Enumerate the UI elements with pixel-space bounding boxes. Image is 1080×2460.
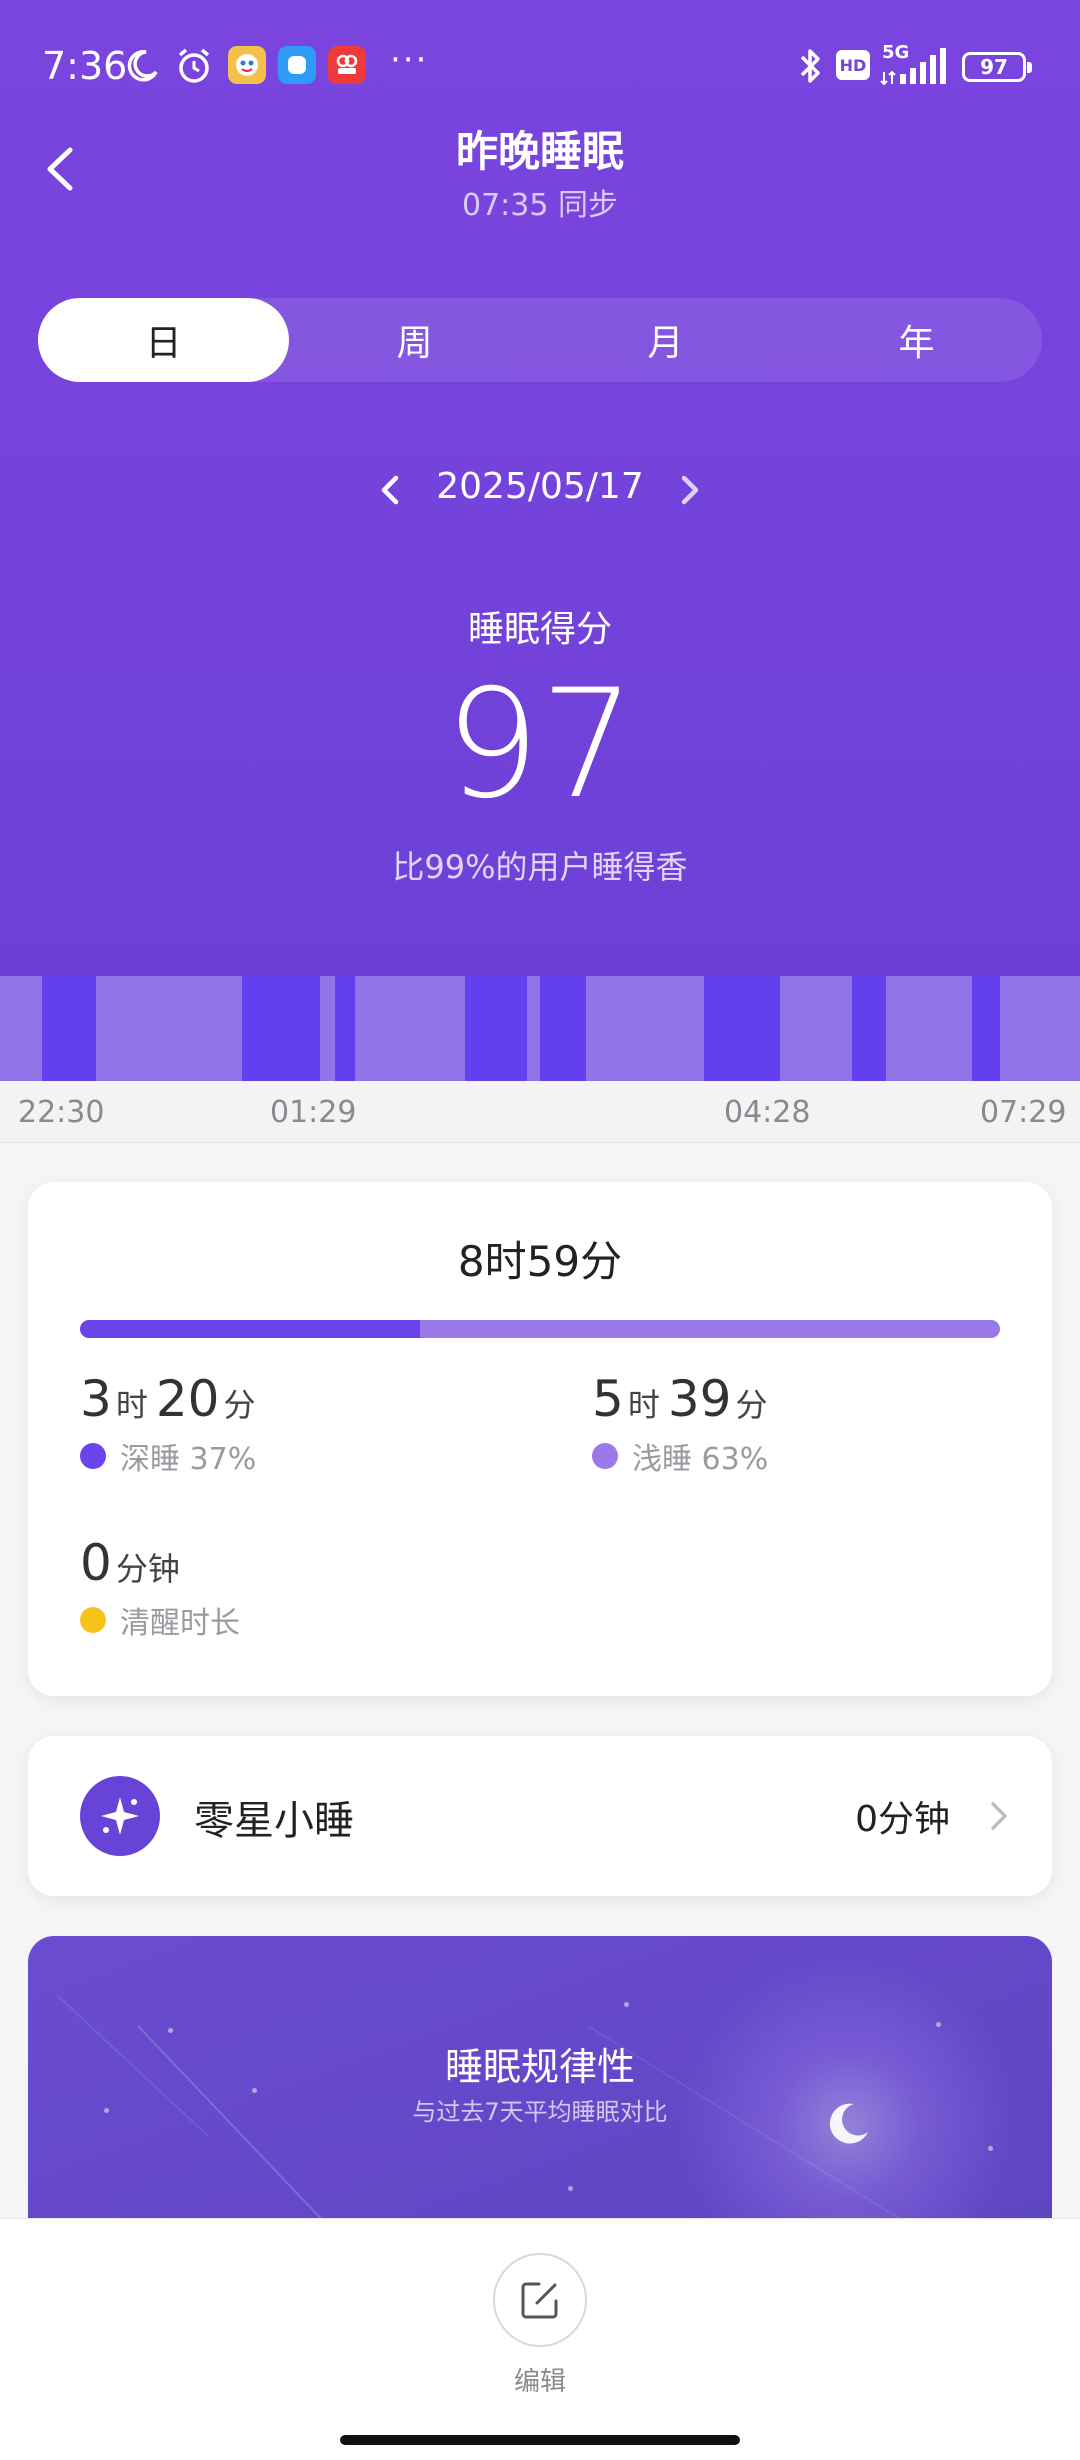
signal-icon: 5G [880, 42, 950, 88]
light-sleep-dot [592, 1443, 618, 1469]
bluetooth-icon [796, 46, 824, 86]
awake-stat: 0 分钟 清醒时长 [80, 1534, 240, 1642]
awake-label: 清醒时长 [120, 1606, 240, 1641]
sparkle-icon [80, 1776, 160, 1856]
period-tabs: 日 周 月 年 [38, 298, 1042, 382]
deep-sleep-segment [335, 976, 355, 1081]
app-badge-2-icon [278, 46, 316, 84]
total-sleep-duration: 8时59分 [457, 1237, 623, 1286]
awake-unit: 分钟 [115, 1550, 180, 1588]
time-tick: 22:30 [18, 1095, 105, 1130]
sleep-summary-card[interactable]: 8时59分 3 时 20 分 深睡 37% 5 时 39 分 浅睡 63% 0 分钟 清醒时长 [28, 1182, 1052, 1696]
tab-month[interactable]: 月 [540, 298, 791, 382]
edit-button[interactable] [493, 2253, 587, 2347]
star-dot [936, 2022, 941, 2027]
tab-year[interactable]: 年 [791, 298, 1042, 382]
more-notifications-icon: ··· [390, 40, 429, 80]
light-hours: 5 [592, 1370, 624, 1428]
hero-section: 7:36 ··· HD 5G 97 昨晚睡眠 07:35 同步 日 周 月 年 … [0, 0, 1080, 976]
regularity-subtitle: 与过去7天平均睡眠对比 [412, 2098, 668, 2126]
light-minutes: 39 [667, 1370, 732, 1428]
awake-dot [80, 1607, 106, 1633]
time-axis: 22:30 01:29 04:28 07:29 [0, 1081, 1080, 1143]
status-bar: 7:36 ··· HD 5G 97 [0, 38, 1080, 98]
edit-label: 编辑 [513, 2367, 566, 2397]
home-indicator[interactable] [340, 2435, 740, 2445]
deep-sleep-dot [80, 1443, 106, 1469]
deep-sleep-segment [540, 976, 586, 1081]
deep-minute-unit: 分 [223, 1386, 256, 1424]
deep-sleep-segment [972, 976, 1000, 1081]
moon-icon [124, 46, 160, 86]
nap-card[interactable]: 零星小睡 0分钟 [28, 1736, 1052, 1896]
star-dot [624, 2002, 629, 2007]
app-badge-1-icon [228, 46, 266, 84]
score-label: 睡眠得分 [467, 609, 612, 650]
deep-hour-unit: 时 [115, 1386, 148, 1424]
sync-time: 07:35 同步 [462, 188, 618, 223]
deep-sleep-segment [42, 976, 96, 1081]
star-dot [988, 2146, 993, 2151]
network-label: 5G [882, 42, 910, 63]
tab-day[interactable]: 日 [38, 298, 289, 382]
hd-icon: HD [836, 50, 870, 80]
deep-minutes: 20 [155, 1370, 220, 1428]
deep-sleep-stat: 3 时 20 分 深睡 37% [80, 1370, 263, 1478]
next-date-button[interactable] [672, 468, 708, 512]
nap-value: 0分钟 [855, 1799, 950, 1840]
current-date: 2025/05/17 [436, 466, 644, 507]
tab-week[interactable]: 周 [289, 298, 540, 382]
deep-sleep-segment [852, 976, 886, 1081]
score-comparison: 比99%的用户睡得香 [392, 848, 688, 886]
page-title: 昨晚睡眠 [455, 127, 624, 176]
star-dot [568, 2186, 573, 2191]
deep-sleep-segment [704, 976, 780, 1081]
alarm-icon [174, 46, 214, 86]
chevron-right-icon [986, 1796, 1012, 1836]
status-time: 7:36 [42, 44, 128, 88]
deep-sleep-segment [465, 976, 527, 1081]
score-value: 97 [444, 658, 636, 832]
deep-sleep-label: 深睡 37% [120, 1442, 257, 1477]
edit-icon [521, 2282, 558, 2319]
deep-sleep-segment [242, 976, 320, 1081]
date-navigator: 2025/05/17 [0, 460, 1080, 520]
sleep-stage-chart [0, 976, 1080, 1081]
time-tick: 01:29 [270, 1095, 357, 1130]
app-badge-3-icon [328, 46, 366, 84]
light-sleep-label: 浅睡 63% [632, 1442, 769, 1477]
light-sleep-stat: 5 时 39 分 浅睡 63% [592, 1370, 775, 1478]
sleep-regularity-card[interactable]: 睡眠规律性 与过去7天平均睡眠对比 [28, 1936, 1052, 2236]
deep-hours: 3 [80, 1370, 112, 1428]
bottom-action-bar: 编辑 [0, 2218, 1080, 2460]
time-tick: 07:29 [980, 1095, 1067, 1130]
nap-label: 零星小睡 [194, 1798, 354, 1844]
light-hour-unit: 时 [627, 1386, 660, 1424]
battery-icon: 97 [962, 52, 1032, 82]
moon-icon [818, 2094, 878, 2154]
sleep-ratio-bar [80, 1320, 1000, 1338]
regularity-title: 睡眠规律性 [444, 2045, 635, 2089]
awake-minutes: 0 [80, 1534, 112, 1592]
light-minute-unit: 分 [735, 1386, 768, 1424]
time-tick: 04:28 [724, 1095, 811, 1130]
deep-sleep-ratio-fill [80, 1320, 421, 1338]
star-dot [168, 2028, 173, 2033]
